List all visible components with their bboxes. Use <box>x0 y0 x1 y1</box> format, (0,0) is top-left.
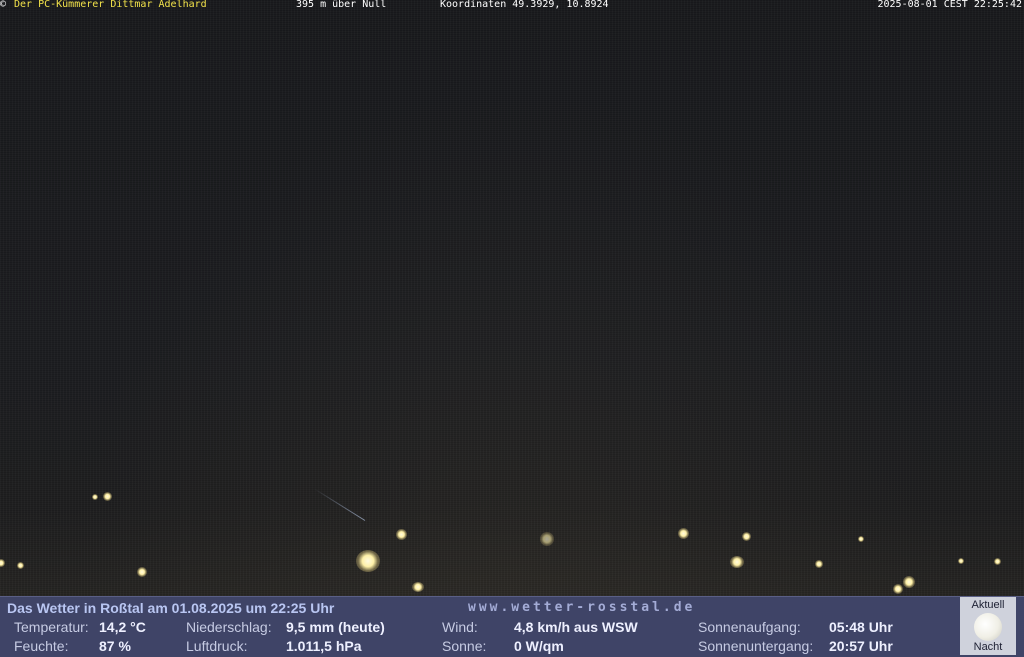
city-light <box>396 529 407 540</box>
city-light <box>678 528 689 539</box>
webcam-image: © Der PC-Kümmerer Dittmar Adelhard 395 m… <box>0 0 1024 596</box>
city-light <box>994 558 1001 565</box>
city-light <box>815 560 823 568</box>
city-light <box>540 532 554 546</box>
coordinates-text: Koordinaten 49.3929, 10.8924 <box>440 0 609 10</box>
city-light <box>137 567 147 577</box>
overlay-bar: © Der PC-Kümmerer Dittmar Adelhard 395 m… <box>0 0 1024 10</box>
city-light <box>92 494 98 500</box>
image-noise <box>0 0 1024 596</box>
city-light <box>17 562 24 569</box>
sun-label: Sonne: <box>442 638 487 654</box>
pressure-label: Luftdruck: <box>186 638 248 654</box>
sunset-label: Sonnenuntergang: <box>698 638 814 654</box>
moon-label-top: Aktuell <box>971 599 1005 611</box>
city-light <box>730 556 744 568</box>
sun-value: 0 W/qm <box>514 638 564 654</box>
weather-info-bar: Das Wetter in Roßtal am 01.08.2025 um 22… <box>0 596 1024 657</box>
sunset-value: 20:57 Uhr <box>829 638 893 654</box>
moon-phase-box: Aktuell Nacht <box>960 597 1016 655</box>
city-light <box>858 536 864 542</box>
altitude-text: 395 m über Null <box>296 0 387 10</box>
humidity-value: 87 % <box>99 638 131 654</box>
moon-label-bottom: Nacht <box>973 641 1003 653</box>
precipitation-value: 9,5 mm (heute) <box>286 619 385 635</box>
temperature-label: Temperatur: <box>14 619 89 635</box>
owner-text: Der PC-Kümmerer Dittmar Adelhard <box>14 0 207 10</box>
city-light <box>903 576 915 588</box>
city-light <box>958 558 964 564</box>
weather-headline: Das Wetter in Roßtal am 01.08.2025 um 22… <box>7 600 335 616</box>
sunrise-label: Sonnenaufgang: <box>698 619 801 635</box>
city-light <box>742 532 751 541</box>
wind-value: 4,8 km/h aus WSW <box>514 619 638 635</box>
precipitation-label: Niederschlag: <box>186 619 272 635</box>
humidity-label: Feuchte: <box>14 638 69 654</box>
city-light <box>893 584 903 594</box>
city-light <box>103 492 112 501</box>
moon-icon <box>974 613 1002 641</box>
copyright-symbol: © <box>0 0 7 10</box>
timestamp-text: 2025-08-01 CEST 22:25:42 <box>877 0 1023 10</box>
temperature-value: 14,2 °C <box>99 619 146 635</box>
wind-label: Wind: <box>442 619 478 635</box>
website-link[interactable]: www.wetter-rosstal.de <box>468 600 695 615</box>
sunrise-value: 05:48 Uhr <box>829 619 893 635</box>
city-light <box>356 550 380 572</box>
pressure-value: 1.011,5 hPa <box>286 638 362 654</box>
city-light <box>412 582 424 592</box>
